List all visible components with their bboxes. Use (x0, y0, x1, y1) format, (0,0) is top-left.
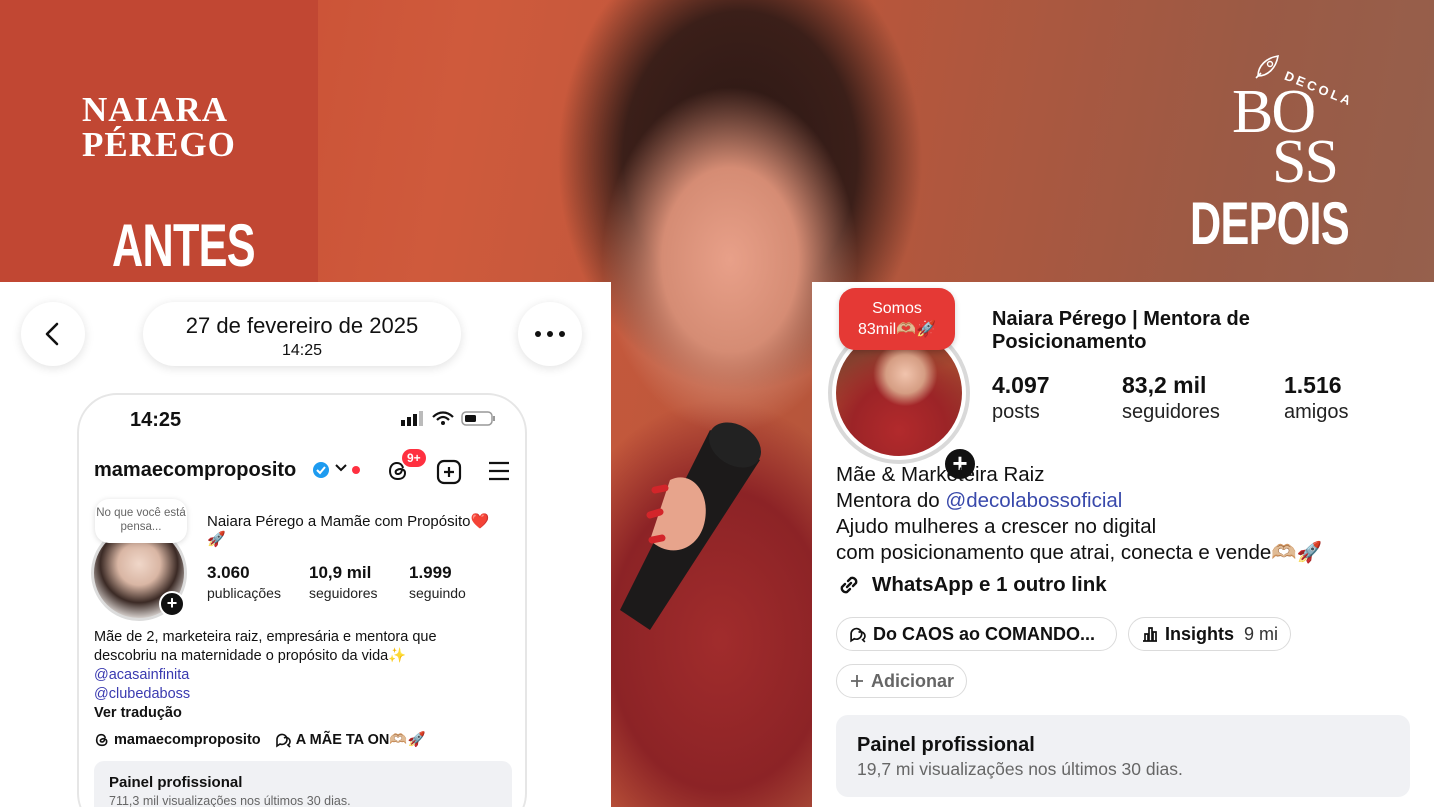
stat-posts[interactable]: 3.060 publicações (207, 563, 281, 601)
dashboard-subtitle: 19,7 mi visualizações nos últimos 30 dia… (857, 759, 1183, 779)
bio-line: com posicionamento que atrai, conecta e … (836, 541, 1323, 564)
date-pill: 27 de fevereiro de 2025 14:25 (143, 302, 461, 366)
add-story-icon[interactable]: + (159, 591, 185, 617)
name-logo-line2: PÉREGO (82, 125, 236, 164)
bio-line: Ajudo mulheres a crescer no digital (836, 515, 1157, 538)
dashboard-title: Painel profissional (109, 774, 243, 791)
stat-value: 4.097 (992, 372, 1050, 398)
channel-link-label: A MÃE TA ON🫶🏼🚀 (295, 732, 426, 748)
hamburger-menu-icon[interactable] (487, 461, 511, 481)
stat-followers[interactable]: 10,9 mil seguidores (309, 563, 378, 601)
threads-icon (95, 733, 108, 746)
before-screenshot: 27 de fevereiro de 2025 14:25 14:25 mama… (0, 282, 611, 807)
date-title: 27 de fevereiro de 2025 (185, 313, 419, 338)
stat-value: 83,2 mil (1122, 372, 1207, 398)
mention-link[interactable]: @decolabossoficial (945, 489, 1122, 512)
insights-label: Insights (1165, 623, 1235, 644)
bio-line: descobriu na maternidade o propósito da … (94, 648, 407, 664)
bio-prefix: Mentora do (836, 489, 946, 512)
stat-value: 1.999 (409, 563, 452, 582)
profile-full-name: Naiara Pérego | Mentora de Posicionament… (992, 308, 1250, 353)
microphone-illustration (620, 422, 762, 630)
bio-line: Mãe de 2, marketeira raiz, empresária e … (94, 629, 437, 645)
chevron-down-icon[interactable] (334, 463, 348, 473)
chevron-left-icon (45, 322, 59, 346)
stat-posts[interactable]: 4.097 posts (992, 372, 1050, 424)
phone-frame: 14:25 mamaecomproposito 9+ + No que você… (77, 393, 527, 807)
insights-value: 9 mi (1244, 623, 1279, 644)
verified-badge-icon (313, 462, 329, 478)
name-logo: NAIARA PÉREGO (82, 92, 236, 162)
add-post-icon[interactable] (436, 459, 462, 485)
notification-badge: 9+ (402, 449, 426, 467)
professional-dashboard[interactable]: Painel profissional 711,3 mil visualizaç… (94, 761, 512, 807)
dashboard-subtitle: 711,3 mil visualizações nos últimos 30 d… (109, 794, 351, 807)
link-icon (840, 576, 858, 594)
before-label: ANTES (112, 212, 256, 279)
bar-chart-icon (1143, 627, 1157, 642)
bio-line: Mãe & Marketeira Raiz (836, 463, 1045, 486)
brand-ss: SS (1272, 128, 1339, 196)
after-screenshot: + Somos 83mil🫶🏼🚀 Naiara Pérego | Mentora… (812, 282, 1434, 807)
external-links-label: WhatsApp e 1 outro link (872, 573, 1107, 596)
stat-value: 1.516 (1284, 372, 1342, 398)
brand-logo: DECOLA BO SS (1230, 50, 1356, 196)
stat-label: posts (992, 401, 1040, 423)
note-bubble[interactable]: Somos 83mil🫶🏼🚀 (839, 288, 955, 350)
profile-links: mamaecomproposito A MÃE TA ON🫶🏼🚀 (94, 731, 436, 752)
professional-dashboard[interactable]: Painel profissional 19,7 mi visualizaçõe… (836, 715, 1410, 797)
stat-followers[interactable]: 83,2 mil seguidores (1122, 372, 1220, 424)
status-clock: 14:25 (130, 409, 182, 431)
channel-chip[interactable]: Do CAOS ao COMANDO... (836, 617, 1117, 651)
stat-label: seguindo (409, 585, 466, 601)
chat-bubbles-icon (275, 733, 291, 748)
more-dots-icon (535, 331, 565, 337)
username[interactable]: mamaecomproposito (94, 459, 296, 482)
mention-link[interactable]: @acasainfinita (94, 666, 494, 685)
note-line: Somos (872, 300, 922, 317)
mention-link[interactable]: @clubedaboss (94, 685, 494, 704)
stat-friends[interactable]: 1.516 amigos (1284, 372, 1348, 424)
see-translation-link[interactable]: Ver tradução (94, 704, 494, 723)
channel-link[interactable]: A MÃE TA ON🫶🏼🚀 (275, 731, 426, 748)
back-button[interactable] (21, 302, 85, 366)
stat-label: seguidores (1122, 401, 1220, 423)
chat-bubbles-icon (850, 627, 866, 643)
channel-chip-label: Do CAOS ao COMANDO... (873, 623, 1096, 644)
note-line: 83mil🫶🏼🚀 (857, 321, 937, 338)
add-chip-label: Adicionar (871, 670, 955, 691)
stat-label: seguidores (309, 585, 378, 601)
external-links[interactable]: WhatsApp e 1 outro link (836, 572, 1107, 598)
date-time: 14:25 (281, 342, 323, 359)
add-chip[interactable]: Adicionar (836, 664, 968, 698)
notification-dot (352, 466, 360, 474)
note-bubble[interactable]: No que você está pensa... (95, 499, 187, 543)
after-label: DEPOIS (1190, 190, 1350, 257)
profile-bio: Mãe de 2, marketeira raiz, empresária e … (94, 628, 494, 723)
threads-profile-link[interactable]: mamaecomproposito (94, 732, 261, 748)
profile-header: mamaecomproposito 9+ (94, 449, 514, 485)
profile-full-name: Naiara Pérego a Mamãe com Propósito❤️🚀 (207, 513, 490, 548)
more-options-button[interactable] (518, 302, 582, 366)
insights-chip[interactable]: Insights 9 mi (1128, 617, 1292, 651)
profile-bio: Mãe & Marketeira Raiz Mentora do @decola… (836, 462, 1416, 566)
dashboard-title: Painel profissional (857, 734, 1035, 756)
status-icons (401, 411, 495, 426)
threads-link-label: mamaecomproposito (114, 731, 261, 748)
stat-label: publicações (207, 585, 281, 601)
stat-label: amigos (1284, 401, 1349, 423)
stat-value: 3.060 (207, 563, 250, 582)
name-logo-line1: NAIARA (82, 90, 228, 129)
stat-following[interactable]: 1.999 seguindo (409, 563, 466, 601)
bio-line-mention: Mentora do @decolabossoficial (836, 488, 1416, 514)
plus-icon (851, 675, 863, 687)
stat-value: 10,9 mil (309, 563, 372, 582)
